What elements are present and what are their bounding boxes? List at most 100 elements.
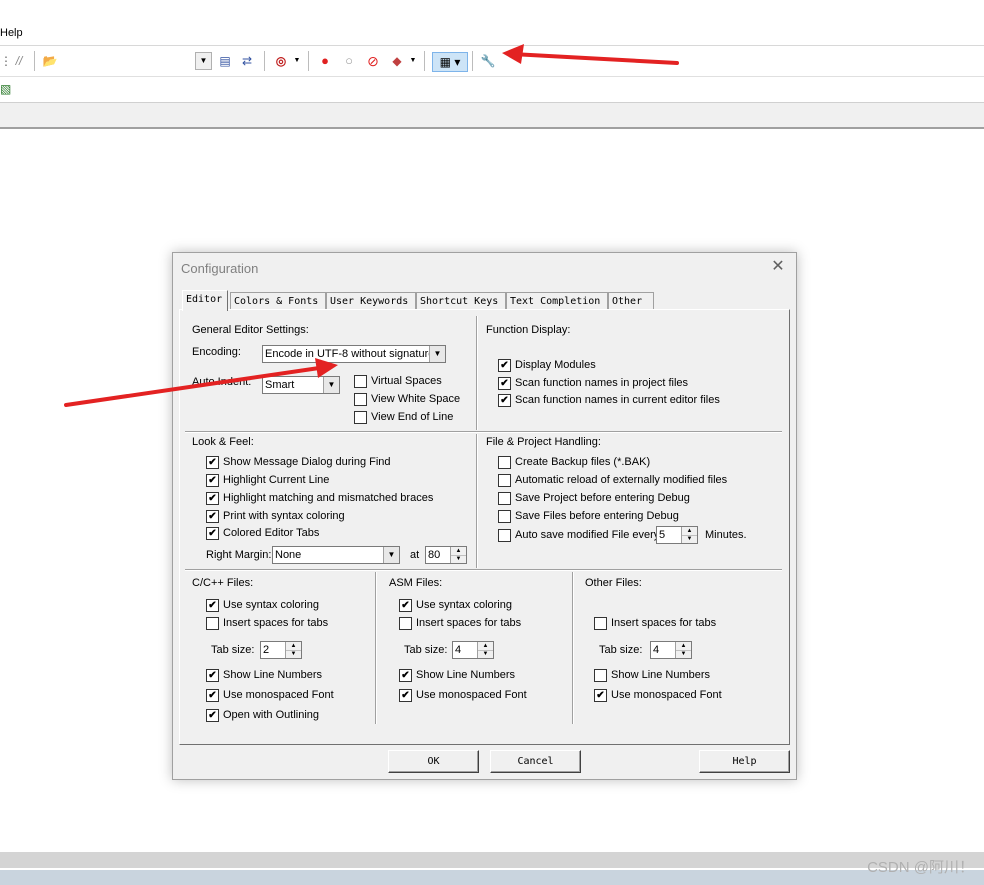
spinner[interactable]: ▲ ▼ bbox=[675, 642, 691, 658]
checkbox-box[interactable]: ✔ bbox=[498, 377, 511, 390]
find-combo[interactable]: ▼ bbox=[62, 52, 212, 70]
checkbox-label: Highlight matching and mismatched braces bbox=[223, 492, 434, 504]
checkbox-box[interactable] bbox=[594, 669, 607, 682]
spin-down-icon[interactable]: ▼ bbox=[676, 650, 691, 658]
divider bbox=[572, 572, 574, 724]
asm-tab-size-label: Tab size: bbox=[404, 644, 448, 656]
help-button[interactable]: Help bbox=[699, 750, 790, 773]
checkbox-box[interactable]: ✔ bbox=[399, 689, 412, 702]
checkbox-box[interactable]: ✔ bbox=[206, 510, 219, 523]
spin-down-icon[interactable]: ▼ bbox=[682, 535, 697, 543]
right-margin-select[interactable]: None ▼ bbox=[272, 546, 400, 564]
checkbox-box[interactable] bbox=[206, 617, 219, 630]
tab-shortcut-keys[interactable]: Shortcut Keys bbox=[416, 292, 506, 309]
checkbox-box[interactable]: ✔ bbox=[206, 599, 219, 612]
chevron-down-icon[interactable]: ▼ bbox=[429, 346, 445, 362]
checkbox-box[interactable]: ✔ bbox=[399, 669, 412, 682]
zoom-icon[interactable]: ◎ bbox=[272, 52, 290, 70]
open-file-icon[interactable]: 📂 bbox=[40, 52, 60, 70]
tab-other[interactable]: Other bbox=[608, 292, 654, 309]
checkbox-box[interactable]: ✔ bbox=[399, 599, 412, 612]
checkbox-box[interactable] bbox=[498, 529, 511, 542]
cpp-tab-size-spinner[interactable]: 2 ▲ ▼ bbox=[260, 641, 302, 659]
menu-help[interactable]: Help bbox=[0, 27, 23, 39]
checkbox-box[interactable]: ✔ bbox=[206, 456, 219, 469]
find-in-files-icon[interactable]: ▤ bbox=[216, 52, 234, 70]
comment-icon[interactable]: // bbox=[10, 52, 28, 70]
spinner[interactable]: ▲ ▼ bbox=[285, 642, 301, 658]
cancel-button[interactable]: Cancel bbox=[490, 750, 581, 773]
right-margin-value: None bbox=[275, 549, 302, 561]
function-display-label: Function Display: bbox=[486, 324, 571, 336]
general-settings-label: General Editor Settings: bbox=[192, 324, 309, 336]
tab-text-completion[interactable]: Text Completion bbox=[506, 292, 608, 309]
checkbox-label: Create Backup files (*.BAK) bbox=[515, 456, 651, 468]
tab-colors-fonts[interactable]: Colors & Fonts bbox=[230, 292, 326, 309]
chevron-down-icon[interactable]: ▼ bbox=[408, 52, 418, 70]
auto-indent-select[interactable]: Smart ▼ bbox=[262, 376, 340, 394]
spinner[interactable]: ▲ ▼ bbox=[450, 547, 466, 563]
checkbox-box[interactable]: ✔ bbox=[206, 527, 219, 540]
checkbox-box[interactable] bbox=[594, 617, 607, 630]
breakpoint-icon[interactable]: ● bbox=[316, 52, 334, 70]
checkbox-box[interactable]: ✔ bbox=[594, 689, 607, 702]
close-icon[interactable]: ✕ bbox=[768, 257, 788, 277]
spin-down-icon[interactable]: ▼ bbox=[478, 650, 493, 658]
dialog-title: Configuration bbox=[181, 261, 259, 276]
ok-button[interactable]: OK bbox=[388, 750, 479, 773]
chevron-down-icon[interactable]: ▼ bbox=[292, 52, 302, 70]
checkbox-box[interactable]: ✔ bbox=[498, 394, 511, 407]
checkbox-label: Save Files before entering Debug bbox=[515, 510, 679, 522]
file-icon[interactable]: ▧ bbox=[0, 80, 11, 98]
spin-down-icon[interactable]: ▼ bbox=[286, 650, 301, 658]
checkbox-label: Use syntax coloring bbox=[416, 599, 512, 611]
kill-breakpoints-icon[interactable]: ◆ bbox=[388, 52, 406, 70]
spinner[interactable]: ▲ ▼ bbox=[477, 642, 493, 658]
clear-breakpoints-icon[interactable]: ⊘ bbox=[364, 52, 382, 70]
replace-icon[interactable]: ⇄ bbox=[238, 52, 256, 70]
checkbox-box[interactable] bbox=[354, 393, 367, 406]
other-files-label: Other Files: bbox=[585, 577, 642, 589]
checkbox-label: Scan function names in project files bbox=[515, 377, 689, 389]
configuration-dialog: Configuration ✕ Editor Colors & Fonts Us… bbox=[172, 252, 797, 780]
auto-save-minutes-spinner[interactable]: 5 ▲ ▼ bbox=[656, 526, 698, 544]
disabled-breakpoint-icon[interactable]: ○ bbox=[340, 52, 358, 70]
checkbox-box[interactable] bbox=[498, 474, 511, 487]
checkbox-box[interactable]: ✔ bbox=[206, 474, 219, 487]
other-tab-size-spinner[interactable]: 4 ▲ ▼ bbox=[650, 641, 692, 659]
checkbox-box[interactable]: ✔ bbox=[206, 492, 219, 505]
tab-user-keywords[interactable]: User Keywords bbox=[326, 292, 416, 309]
checkbox-box[interactable] bbox=[498, 456, 511, 469]
right-margin-column-spinner[interactable]: 80 ▲ ▼ bbox=[425, 546, 467, 564]
window-layout-button[interactable]: ▦ ▾ bbox=[432, 52, 468, 72]
chevron-down-icon[interactable]: ▼ bbox=[323, 377, 339, 393]
toolbar-separator bbox=[308, 51, 309, 71]
asm-tab-size-value: 4 bbox=[455, 644, 462, 656]
checkbox-box[interactable] bbox=[354, 411, 367, 424]
tab-editor[interactable]: Editor bbox=[182, 290, 228, 311]
checkbox-box[interactable] bbox=[498, 510, 511, 523]
checkbox-label: Automatic reload of externally modified … bbox=[515, 474, 728, 486]
auto-indent-value: Smart bbox=[265, 379, 295, 391]
chevron-down-icon[interactable]: ▼ bbox=[195, 52, 212, 70]
checkbox-box[interactable]: ✔ bbox=[498, 359, 511, 372]
checkbox-box[interactable] bbox=[498, 492, 511, 505]
checkbox-box[interactable]: ✔ bbox=[206, 689, 219, 702]
indent-icon[interactable]: ⋮ bbox=[0, 52, 12, 70]
checkbox-box[interactable] bbox=[399, 617, 412, 630]
checkbox-box[interactable] bbox=[354, 375, 367, 388]
cpp-tab-size-value: 2 bbox=[263, 644, 270, 656]
checkbox-label: View End of Line bbox=[371, 411, 454, 423]
checkbox-label: Display Modules bbox=[515, 359, 596, 371]
asm-tab-size-spinner[interactable]: 4 ▲ ▼ bbox=[452, 641, 494, 659]
encoding-select[interactable]: Encode in UTF-8 without signature ▼ bbox=[262, 345, 446, 363]
spinner[interactable]: ▲ ▼ bbox=[681, 527, 697, 543]
checkbox-box[interactable]: ✔ bbox=[206, 669, 219, 682]
spin-down-icon[interactable]: ▼ bbox=[451, 555, 466, 563]
configuration-wrench-icon[interactable]: 🔧 bbox=[478, 52, 498, 70]
checkbox-label: Colored Editor Tabs bbox=[223, 527, 320, 539]
auto-indent-label: Auto Indent: bbox=[192, 376, 252, 388]
right-margin-label: Right Margin: bbox=[206, 549, 272, 561]
chevron-down-icon[interactable]: ▼ bbox=[383, 547, 399, 563]
checkbox-box[interactable]: ✔ bbox=[206, 709, 219, 722]
